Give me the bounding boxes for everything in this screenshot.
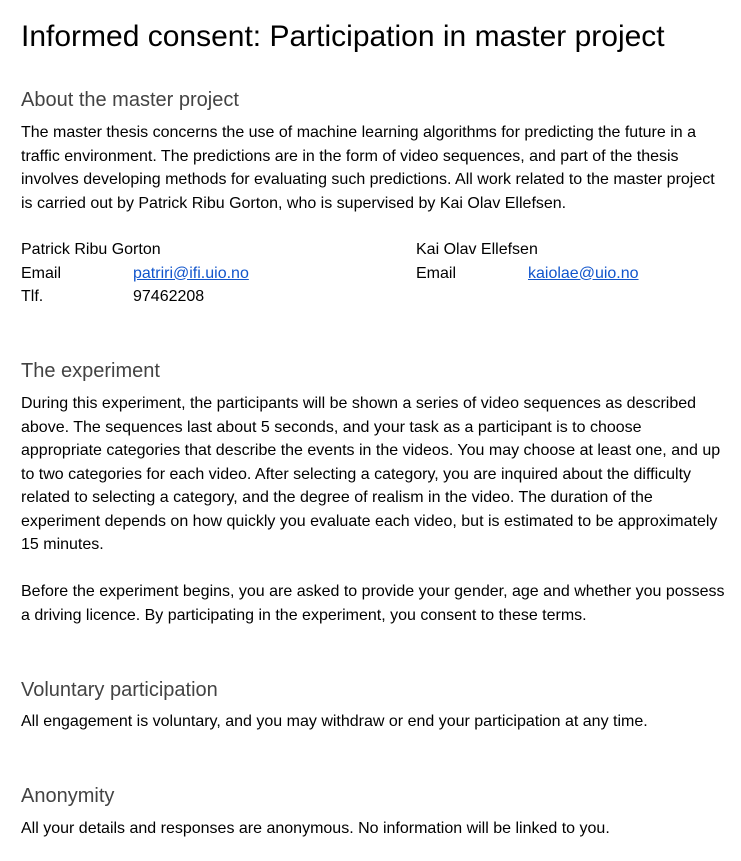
paragraph-about: The master thesis concerns the use of ma… (21, 124, 715, 212)
contact-student-name: Patrick Ribu Gorton (21, 241, 161, 258)
paragraph-experiment-1: During this experiment, the participants… (21, 395, 721, 553)
contact-student-phone-row: Tlf. 97462208 (21, 285, 249, 309)
paragraph-anonymity: All your details and responses are anony… (21, 820, 610, 837)
heading-about: About the master project (21, 89, 239, 111)
contact-supervisor-email-link[interactable]: kaiolae@uio.no (528, 262, 639, 286)
contact-student-phone-label: Tlf. (21, 288, 44, 305)
contact-supervisor: Kai Olav Ellefsen Email kaiolae@uio.no (416, 238, 639, 285)
contact-student-email-link[interactable]: patriri@ifi.uio.no (133, 262, 249, 286)
heading-voluntary: Voluntary participation (21, 679, 218, 701)
heading-anonymity: Anonymity (21, 785, 115, 807)
contact-supervisor-email-row: Email kaiolae@uio.no (416, 262, 639, 286)
heading-experiment: The experiment (21, 360, 160, 382)
contact-student-phone: 97462208 (133, 288, 205, 305)
contact-student-email-row: Email patriri@ifi.uio.no (21, 262, 249, 286)
contact-supervisor-email-label: Email (416, 264, 457, 282)
paragraph-experiment-2: Before the experiment begins, you are as… (21, 583, 725, 624)
document-title: Informed consent: Participation in maste… (21, 20, 665, 53)
contact-supervisor-name: Kai Olav Ellefsen (416, 241, 538, 258)
contact-student: Patrick Ribu Gorton Email patriri@ifi.ui… (21, 238, 249, 309)
paragraph-voluntary: All engagement is voluntary, and you may… (21, 713, 648, 730)
contact-student-email-label: Email (21, 264, 62, 282)
